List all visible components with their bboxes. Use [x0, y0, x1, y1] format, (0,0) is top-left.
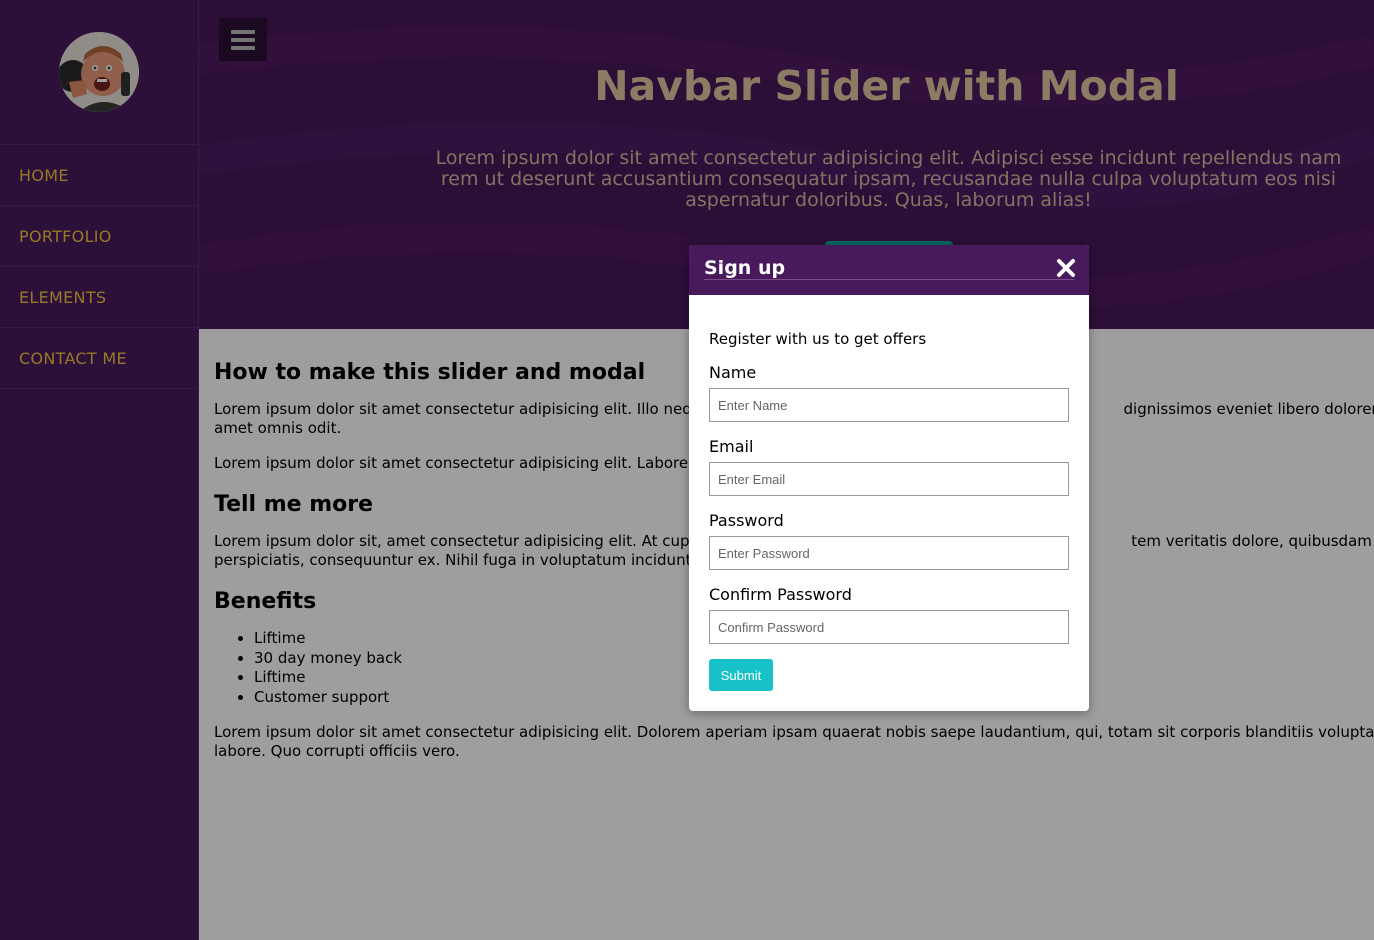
name-label: Name	[709, 363, 757, 382]
password-field[interactable]	[709, 536, 1069, 570]
password-label: Password	[709, 511, 784, 530]
modal-intro: Register with us to get offers	[709, 330, 927, 348]
email-label: Email	[709, 437, 754, 456]
signup-modal: Sign up Register with us to get offers N…	[689, 245, 1089, 711]
signup-form: Register with us to get offers Name Emai…	[689, 295, 1089, 691]
modal-title: Sign up	[704, 257, 786, 279]
confirm-password-field[interactable]	[709, 610, 1069, 644]
confirm-password-label: Confirm Password	[709, 585, 852, 604]
modal-header: Sign up	[689, 245, 1089, 295]
close-icon[interactable]	[1055, 257, 1077, 279]
email-field[interactable]	[709, 462, 1069, 496]
submit-button[interactable]: Submit	[709, 659, 773, 691]
name-field[interactable]	[709, 388, 1069, 422]
header-divider	[704, 279, 1074, 280]
modal-overlay[interactable]	[0, 0, 1374, 940]
